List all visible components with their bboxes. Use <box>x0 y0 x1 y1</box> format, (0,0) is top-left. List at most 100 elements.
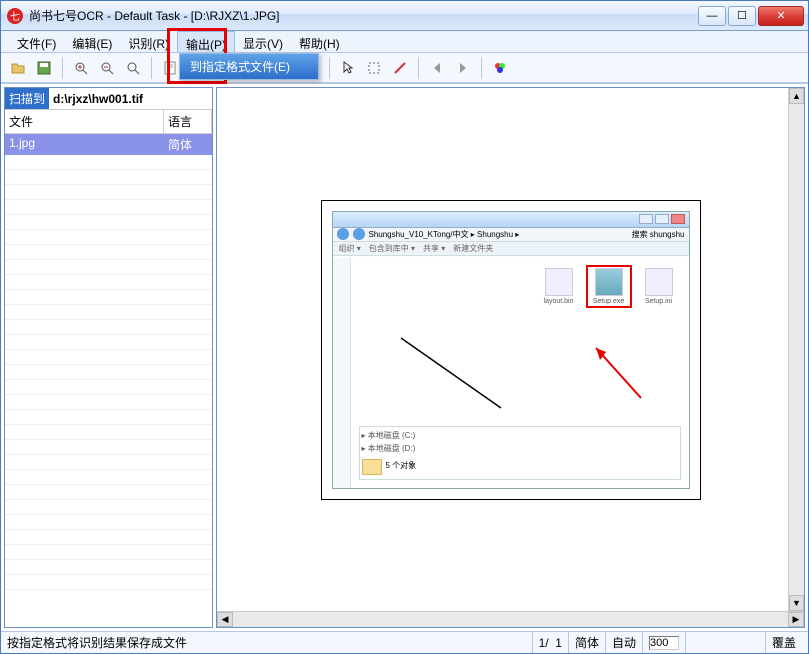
tree-item: ▸ 本地磁盘 (D:) <box>362 442 678 455</box>
table-row <box>5 425 212 440</box>
emb-main: layout.bin Setup.exe Setup.ini <box>351 258 689 488</box>
emb-close-icon <box>671 214 685 224</box>
scroll-up-icon[interactable]: ▲ <box>789 88 804 104</box>
dropdown-to-file[interactable]: 到指定格式文件(E) <box>180 54 318 79</box>
emb-address-bar: Shungshu_V10_KTong/中文 ▸ Shungshu ▸ 搜索 sh… <box>333 228 689 242</box>
doc-icon[interactable] <box>159 57 181 79</box>
emb-content: layout.bin Setup.exe Setup.ini <box>333 258 689 488</box>
file-sidebar: 扫描到 d:\rjxz\hw001.tif 文件 语言 1.jpg 简体 <box>4 87 213 628</box>
scan-path-bar: 扫描到 d:\rjxz\hw001.tif <box>5 88 212 110</box>
menubar: 文件(F) 编辑(E) 识别(R) 输出(P) 显示(V) 帮助(H) 到指定格… <box>1 31 808 53</box>
file-table-header: 文件 语言 <box>5 110 212 134</box>
table-row <box>5 320 212 335</box>
folder-icon <box>362 459 382 475</box>
emb-tool-include: 包含到库中 ▾ <box>369 243 415 254</box>
output-dropdown: 到指定格式文件(E) <box>179 53 319 80</box>
table-row <box>5 545 212 560</box>
toolbar-separator <box>329 57 330 79</box>
table-row <box>5 485 212 500</box>
table-row <box>5 455 212 470</box>
toolbar-separator <box>151 57 152 79</box>
status-overwrite[interactable]: 覆盖 <box>765 632 802 653</box>
table-row <box>5 155 212 170</box>
emb-bottom-panel: ▸ 本地磁盘 (C:) ▸ 本地磁盘 (D:) 5 个对象 <box>359 426 681 480</box>
file-icon-setup-ini: Setup.ini <box>639 268 679 305</box>
app-icon: 七 <box>7 8 23 24</box>
content-area: 扫描到 d:\rjxz\hw001.tif 文件 语言 1.jpg 简体 <box>1 83 808 631</box>
window-controls: — ☐ ✕ <box>696 6 804 26</box>
scroll-right-icon[interactable]: ▶ <box>788 612 804 627</box>
emb-icons: layout.bin Setup.exe Setup.ini <box>539 268 679 305</box>
menu-recognize[interactable]: 识别(R) <box>120 31 177 52</box>
forward-icon <box>353 228 365 240</box>
table-row <box>5 260 212 275</box>
emb-sidebar <box>333 258 351 488</box>
pointer-icon[interactable] <box>337 57 359 79</box>
table-row <box>5 395 212 410</box>
table-row <box>5 230 212 245</box>
menu-help[interactable]: 帮助(H) <box>291 31 348 52</box>
color-icon[interactable] <box>489 57 511 79</box>
close-button[interactable]: ✕ <box>758 6 804 26</box>
file-icon-layout: layout.bin <box>539 268 579 305</box>
region-icon[interactable] <box>363 57 385 79</box>
zoom-out-icon[interactable] <box>96 57 118 79</box>
horizontal-scrollbar[interactable]: ◀ ▶ <box>217 611 804 627</box>
emb-titlebar <box>333 212 689 228</box>
pen-icon[interactable] <box>389 57 411 79</box>
window-title: 尚书七号OCR - Default Task - [D:\RJXZ\1.JPG] <box>29 7 696 24</box>
zoom-in-icon[interactable] <box>70 57 92 79</box>
status-lang[interactable]: 简体 <box>568 632 605 653</box>
col-header-file[interactable]: 文件 <box>5 110 164 133</box>
status-auto[interactable]: 自动 <box>605 632 642 653</box>
table-row <box>5 200 212 215</box>
table-row <box>5 530 212 545</box>
dpi-input[interactable] <box>649 636 679 650</box>
emb-tool-organize: 组织 ▾ <box>339 243 361 254</box>
toolbar-separator <box>62 57 63 79</box>
emb-toolbar: 组织 ▾ 包含到库中 ▾ 共享 ▾ 新建文件夹 <box>333 242 689 256</box>
canvas-area[interactable]: Shungshu_V10_KTong/中文 ▸ Shungshu ▸ 搜索 sh… <box>217 88 804 611</box>
page-total: 1 <box>555 636 562 650</box>
minimize-button[interactable]: — <box>698 6 726 26</box>
emb-maximize-icon <box>655 214 669 224</box>
titlebar: 七 尚书七号OCR - Default Task - [D:\RJXZ\1.JP… <box>1 1 808 31</box>
tree-item: ▸ 本地磁盘 (C:) <box>362 429 678 442</box>
menu-output[interactable]: 输出(P) <box>177 31 235 52</box>
back-icon <box>337 228 349 240</box>
zoom-fit-icon[interactable] <box>122 57 144 79</box>
table-row <box>5 275 212 290</box>
table-row <box>5 335 212 350</box>
table-row <box>5 560 212 575</box>
emb-tool-share: 共享 ▾ <box>423 243 445 254</box>
table-row <box>5 575 212 590</box>
menu-file[interactable]: 文件(F) <box>9 31 64 52</box>
prev-icon[interactable] <box>426 57 448 79</box>
status-message: 按指定格式将识别结果保存成文件 <box>7 634 532 651</box>
open-icon[interactable] <box>7 57 29 79</box>
table-row <box>5 245 212 260</box>
file-icon <box>645 268 673 296</box>
save-icon[interactable] <box>33 57 55 79</box>
scroll-down-icon[interactable]: ▼ <box>789 595 804 611</box>
next-icon[interactable] <box>452 57 474 79</box>
vertical-scrollbar[interactable]: ▲ ▼ <box>788 88 804 611</box>
cell-file: 1.jpg <box>5 134 164 155</box>
maximize-button[interactable]: ☐ <box>728 6 756 26</box>
col-header-lang[interactable]: 语言 <box>164 110 212 133</box>
menu-edit[interactable]: 编辑(E) <box>64 31 120 52</box>
scroll-left-icon[interactable]: ◀ <box>217 612 233 627</box>
statusbar: 按指定格式将识别结果保存成文件 1/ 1 简体 自动 覆盖 <box>1 631 808 653</box>
emb-tool-newfolder: 新建文件夹 <box>453 243 493 254</box>
table-row[interactable]: 1.jpg 简体 <box>5 134 212 155</box>
status-spacer <box>685 632 765 653</box>
table-row <box>5 290 212 305</box>
scroll-track[interactable] <box>233 612 788 627</box>
menu-view[interactable]: 显示(V) <box>235 31 291 52</box>
page-current: 1/ <box>539 636 549 650</box>
diagonal-line-icon <box>391 328 511 418</box>
scroll-track[interactable] <box>789 104 804 595</box>
scan-label: 扫描到 <box>5 88 49 109</box>
table-row <box>5 440 212 455</box>
file-icon <box>595 268 623 296</box>
